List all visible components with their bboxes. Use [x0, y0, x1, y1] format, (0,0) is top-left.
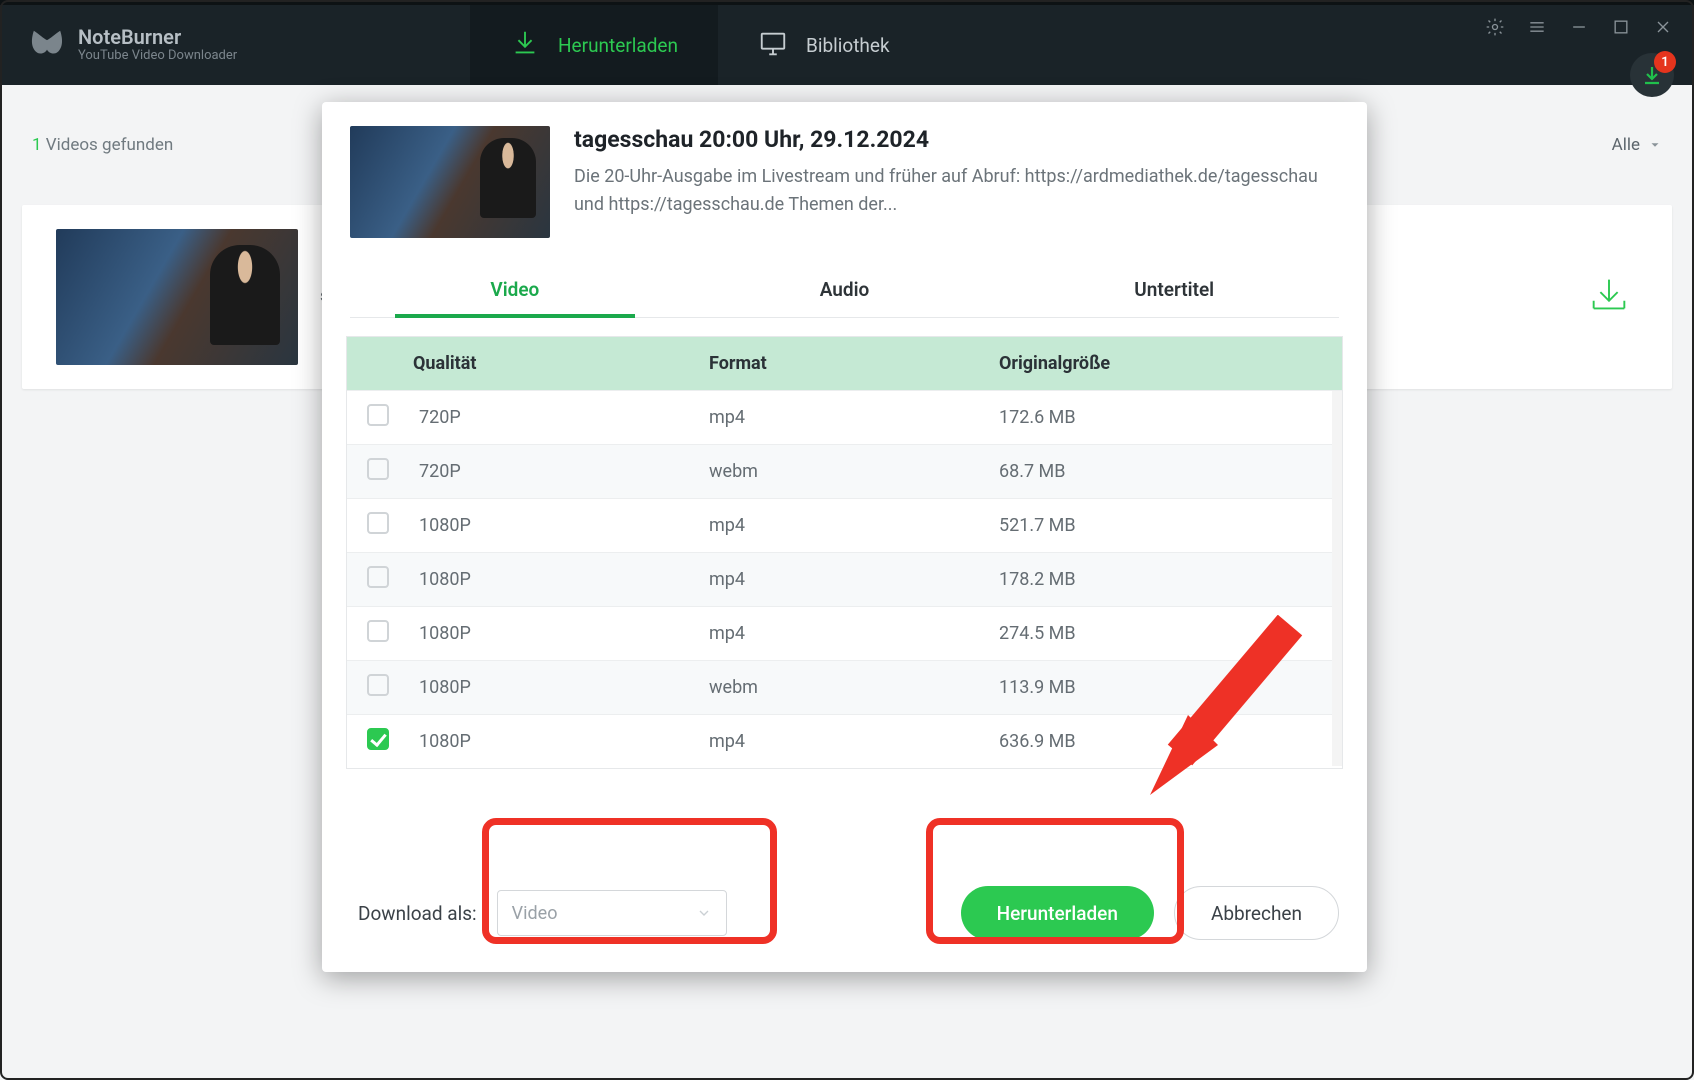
col-format: Format [699, 337, 989, 391]
results-count-text: 1 Videos gefunden [32, 135, 173, 155]
row-format: webm [699, 445, 989, 499]
download-video-button[interactable] [1586, 275, 1632, 319]
download-options-dialog: tagesschau 20:00 Uhr, 29.12.2024 Die 20-… [322, 102, 1367, 972]
tab-audio[interactable]: Audio [680, 264, 1010, 317]
menu-icon[interactable] [1526, 16, 1548, 38]
app-logo: NoteBurner YouTube Video Downloader [0, 26, 470, 64]
maximize-icon[interactable] [1610, 16, 1632, 38]
quality-row[interactable]: 1080Pmp4178.2 MB [347, 553, 1342, 607]
minimize-icon[interactable] [1568, 16, 1590, 38]
row-quality: 1080P [409, 553, 699, 607]
download-queue-count: 1 [1654, 51, 1676, 73]
quality-row[interactable]: 1080Pmp4274.5 MB [347, 607, 1342, 661]
row-quality: 720P [409, 445, 699, 499]
nav-library-label: Bibliothek [806, 34, 890, 57]
row-checkbox[interactable] [367, 620, 389, 642]
video-thumbnail [56, 229, 298, 365]
download-queue-button[interactable]: 1 [1630, 53, 1674, 97]
tab-video[interactable]: Video [350, 264, 680, 317]
row-size: 636.9 MB [989, 715, 1342, 769]
table-scrollbar[interactable] [1332, 391, 1342, 766]
quality-table: Qualität Format Originalgröße 720Pmp4172… [346, 336, 1343, 769]
nav-download-label: Herunterladen [558, 34, 678, 57]
row-format: mp4 [699, 391, 989, 445]
row-checkbox[interactable] [367, 566, 389, 588]
tab-subtitles[interactable]: Untertitel [1009, 264, 1339, 317]
nav-download-tab[interactable]: Herunterladen [470, 5, 718, 85]
download-as-label: Download als: [358, 902, 477, 925]
row-quality: 720P [409, 391, 699, 445]
quality-row[interactable]: 1080Pwebm113.9 MB [347, 661, 1342, 715]
col-size: Originalgröße [989, 337, 1342, 391]
noteburner-icon [28, 27, 66, 63]
row-quality: 1080P [409, 499, 699, 553]
row-checkbox[interactable] [367, 728, 389, 750]
row-format: mp4 [699, 607, 989, 661]
row-quality: 1080P [409, 661, 699, 715]
row-checkbox[interactable] [367, 404, 389, 426]
settings-gear-icon[interactable] [1484, 16, 1506, 38]
close-icon[interactable] [1652, 16, 1674, 38]
row-size: 178.2 MB [989, 553, 1342, 607]
quality-row[interactable]: 720Pmp4172.6 MB [347, 391, 1342, 445]
row-size: 274.5 MB [989, 607, 1342, 661]
download-as-select[interactable]: Video [497, 890, 727, 936]
row-quality: 1080P [409, 607, 699, 661]
row-size: 113.9 MB [989, 661, 1342, 715]
download-as-value: Video [512, 903, 558, 924]
nav-library-tab[interactable]: Bibliothek [718, 5, 930, 85]
row-size: 68.7 MB [989, 445, 1342, 499]
quality-row[interactable]: 720Pwebm68.7 MB [347, 445, 1342, 499]
row-format: webm [699, 661, 989, 715]
download-icon [510, 28, 540, 63]
quality-row[interactable]: 1080Pmp4636.9 MB [347, 715, 1342, 769]
modal-video-description: Die 20-Uhr-Ausgabe im Livestream und frü… [574, 163, 1339, 219]
filter-dropdown[interactable]: Alle [1612, 135, 1662, 155]
row-size: 521.7 MB [989, 499, 1342, 553]
filter-label: Alle [1612, 135, 1640, 155]
row-quality: 1080P [409, 715, 699, 769]
app-subtitle: YouTube Video Downloader [78, 49, 237, 64]
row-checkbox[interactable] [367, 674, 389, 696]
modal-thumbnail [350, 126, 550, 238]
row-size: 172.6 MB [989, 391, 1342, 445]
row-checkbox[interactable] [367, 458, 389, 480]
row-format: mp4 [699, 715, 989, 769]
monitor-icon [758, 28, 788, 63]
modal-video-title: tagesschau 20:00 Uhr, 29.12.2024 [574, 126, 1339, 153]
cancel-button[interactable]: Abbrechen [1174, 886, 1339, 940]
col-quality: Qualität [409, 337, 699, 391]
quality-row[interactable]: 1080Pmp4521.7 MB [347, 499, 1342, 553]
row-checkbox[interactable] [367, 512, 389, 534]
row-format: mp4 [699, 499, 989, 553]
app-name: NoteBurner [78, 26, 237, 49]
row-format: mp4 [699, 553, 989, 607]
download-button[interactable]: Herunterladen [961, 886, 1154, 940]
